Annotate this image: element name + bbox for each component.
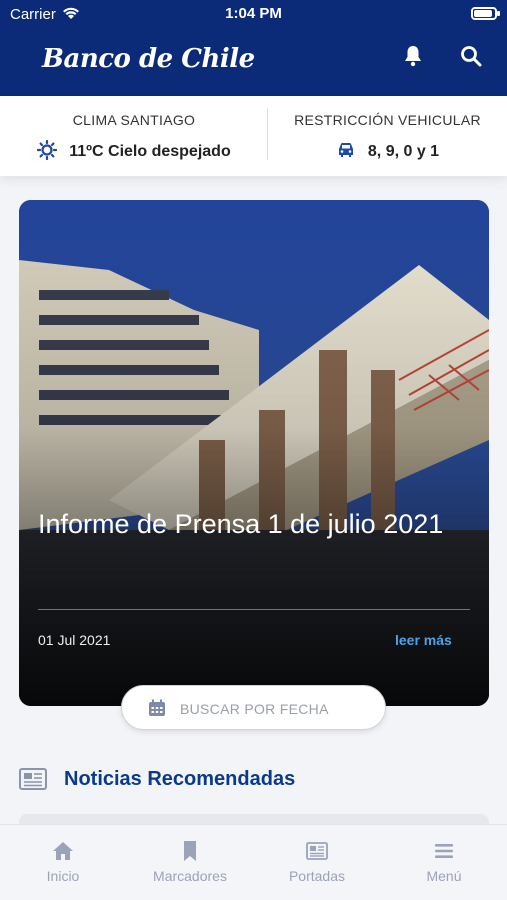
bank-logo: Banco de Chile [42, 44, 255, 74]
restriction-panel: RESTRICCIÓN VEHICULAR 8, 9, 0 y 1 [268, 96, 507, 176]
bookmark-icon [184, 841, 196, 861]
date-search-label: BUSCAR POR FECHA [180, 701, 329, 717]
tab-bookmarks-label: Marcadores [153, 868, 227, 884]
tab-menu-label: Menú [426, 868, 462, 884]
home-icon [53, 842, 73, 860]
restriction-value: 8, 9, 0 y 1 [367, 143, 440, 160]
weather-panel: CLIMA SANTIAGO 11ºC Cielo despejado [0, 96, 268, 176]
sun-icon [37, 140, 58, 160]
tab-home-label: Inicio [46, 868, 80, 884]
bell-icon[interactable] [401, 44, 425, 68]
calendar-icon [149, 699, 165, 716]
featured-divider [38, 609, 470, 610]
read-more-link[interactable]: leer más [395, 632, 452, 648]
app-header: Carrier 1:04 PM Banco de Chile [0, 0, 507, 96]
weather-value-row: 11ºC Cielo despejado [0, 140, 268, 161]
newspaper-icon [306, 842, 328, 860]
tab-home[interactable]: Inicio [0, 825, 126, 900]
weather-title: CLIMA SANTIAGO [72, 112, 196, 128]
featured-news-date: 01 Jul 2021 [38, 632, 111, 648]
restriction-title: RESTRICCIÓN VEHICULAR [294, 112, 481, 128]
featured-news-title[interactable]: Informe de Prensa 1 de julio 2021 [38, 502, 458, 546]
newspaper-icon [19, 768, 47, 790]
featured-news-card[interactable]: Informe de Prensa 1 de julio 2021 01 Jul… [19, 200, 489, 706]
battery-icon [471, 7, 500, 20]
info-bar: CLIMA SANTIAGO 11ºC Cielo despejado REST… [0, 96, 507, 176]
date-search-button[interactable]: BUSCAR POR FECHA [121, 685, 386, 730]
car-icon [338, 143, 353, 157]
tab-covers[interactable]: Portadas [254, 825, 380, 900]
search-icon[interactable] [459, 44, 483, 68]
recommended-news-title: Noticias Recomendadas [64, 768, 296, 790]
status-bar: Carrier 1:04 PM [0, 0, 507, 30]
restriction-value-row: 8, 9, 0 y 1 [268, 140, 507, 161]
tab-covers-label: Portadas [288, 868, 346, 884]
tab-bookmarks[interactable]: Marcadores [127, 825, 253, 900]
tab-menu[interactable]: Menú [381, 825, 507, 900]
weather-value: 11ºC Cielo despejado [69, 143, 231, 160]
tab-bar: Inicio Marcadores Portadas Menú [0, 824, 507, 900]
menu-icon [435, 844, 453, 858]
building-photo [19, 200, 489, 706]
status-time: 1:04 PM [225, 5, 282, 22]
